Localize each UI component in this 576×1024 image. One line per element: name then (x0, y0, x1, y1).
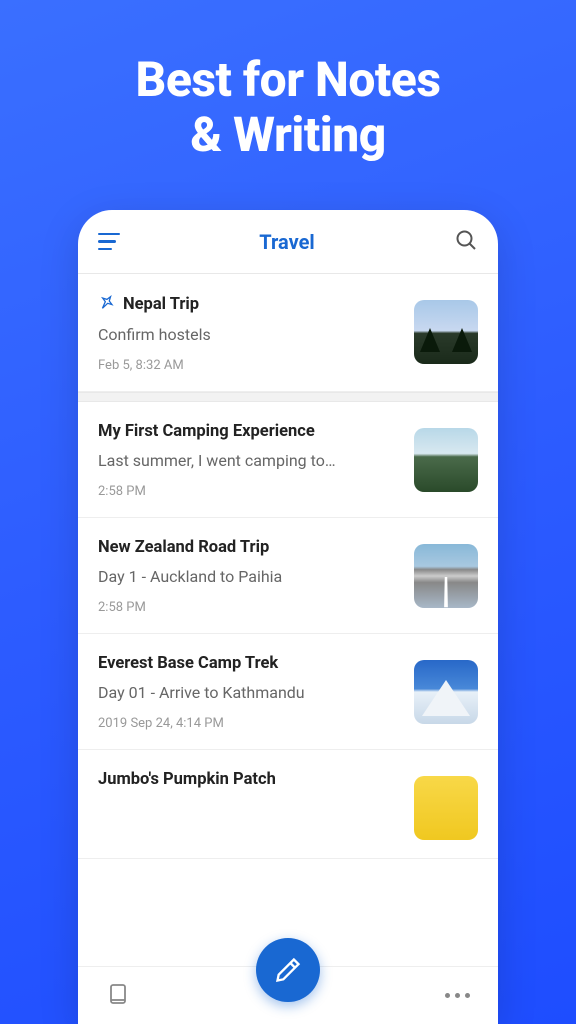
note-title: Everest Base Camp Trek (98, 654, 278, 673)
note-preview: Last summer, I went camping to… (98, 451, 400, 470)
note-item[interactable]: Nepal Trip Confirm hostels Feb 5, 8:32 A… (78, 274, 498, 392)
note-item[interactable]: My First Camping Experience Last summer,… (78, 402, 498, 518)
note-thumbnail (414, 776, 478, 840)
topbar: Travel (78, 210, 498, 274)
note-thumbnail (414, 428, 478, 492)
note-title: My First Camping Experience (98, 422, 315, 441)
note-item[interactable]: Everest Base Camp Trek Day 01 - Arrive t… (78, 634, 498, 750)
note-timestamp: 2:58 PM (98, 484, 400, 499)
note-preview: Confirm hostels (98, 325, 400, 344)
note-thumbnail (414, 544, 478, 608)
note-item[interactable]: Jumbo's Pumpkin Patch (78, 750, 498, 859)
more-icon[interactable] (445, 993, 470, 998)
note-thumbnail (414, 660, 478, 724)
notes-list: Nepal Trip Confirm hostels Feb 5, 8:32 A… (78, 274, 498, 859)
compose-button[interactable] (256, 938, 320, 1002)
phone-frame: Travel Nepal Trip Confirm hostels Feb 5,… (78, 210, 498, 1024)
search-icon[interactable] (454, 228, 478, 256)
section-divider (78, 392, 498, 402)
page-title: Travel (259, 230, 314, 254)
menu-icon[interactable] (98, 233, 120, 251)
note-thumbnail (414, 300, 478, 364)
note-timestamp: Feb 5, 8:32 AM (98, 358, 400, 373)
note-title: Nepal Trip (123, 295, 199, 314)
notebook-icon[interactable] (106, 982, 130, 1010)
note-title: New Zealand Road Trip (98, 538, 269, 557)
hero-heading: Best for Notes& Writing (0, 0, 576, 162)
pin-icon (98, 294, 115, 315)
note-preview: Day 01 - Arrive to Kathmandu (98, 683, 400, 702)
note-preview: Day 1 - Auckland to Paihia (98, 567, 400, 586)
note-title: Jumbo's Pumpkin Patch (98, 770, 276, 789)
note-timestamp: 2019 Sep 24, 4:14 PM (98, 716, 400, 731)
note-timestamp: 2:58 PM (98, 600, 400, 615)
note-item[interactable]: New Zealand Road Trip Day 1 - Auckland t… (78, 518, 498, 634)
